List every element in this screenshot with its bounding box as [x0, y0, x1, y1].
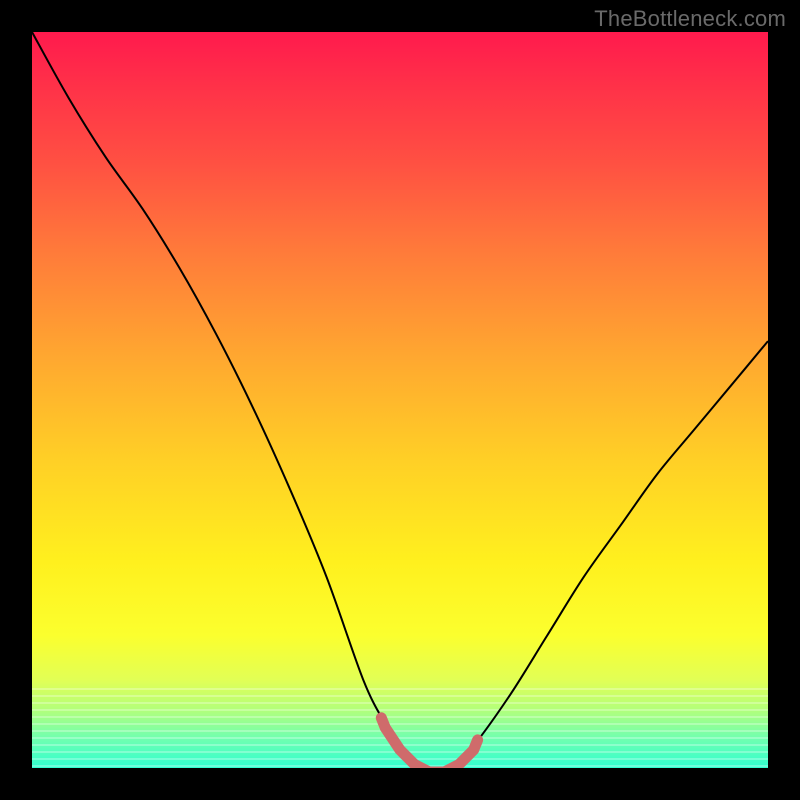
baseline-stripes — [32, 688, 768, 768]
bottleneck-curve — [32, 32, 768, 768]
minimum-marker — [381, 718, 477, 768]
chart-frame: TheBottleneck.com — [0, 0, 800, 800]
curve-line — [32, 32, 768, 768]
watermark-text: TheBottleneck.com — [594, 6, 786, 32]
plot-area — [32, 32, 768, 768]
